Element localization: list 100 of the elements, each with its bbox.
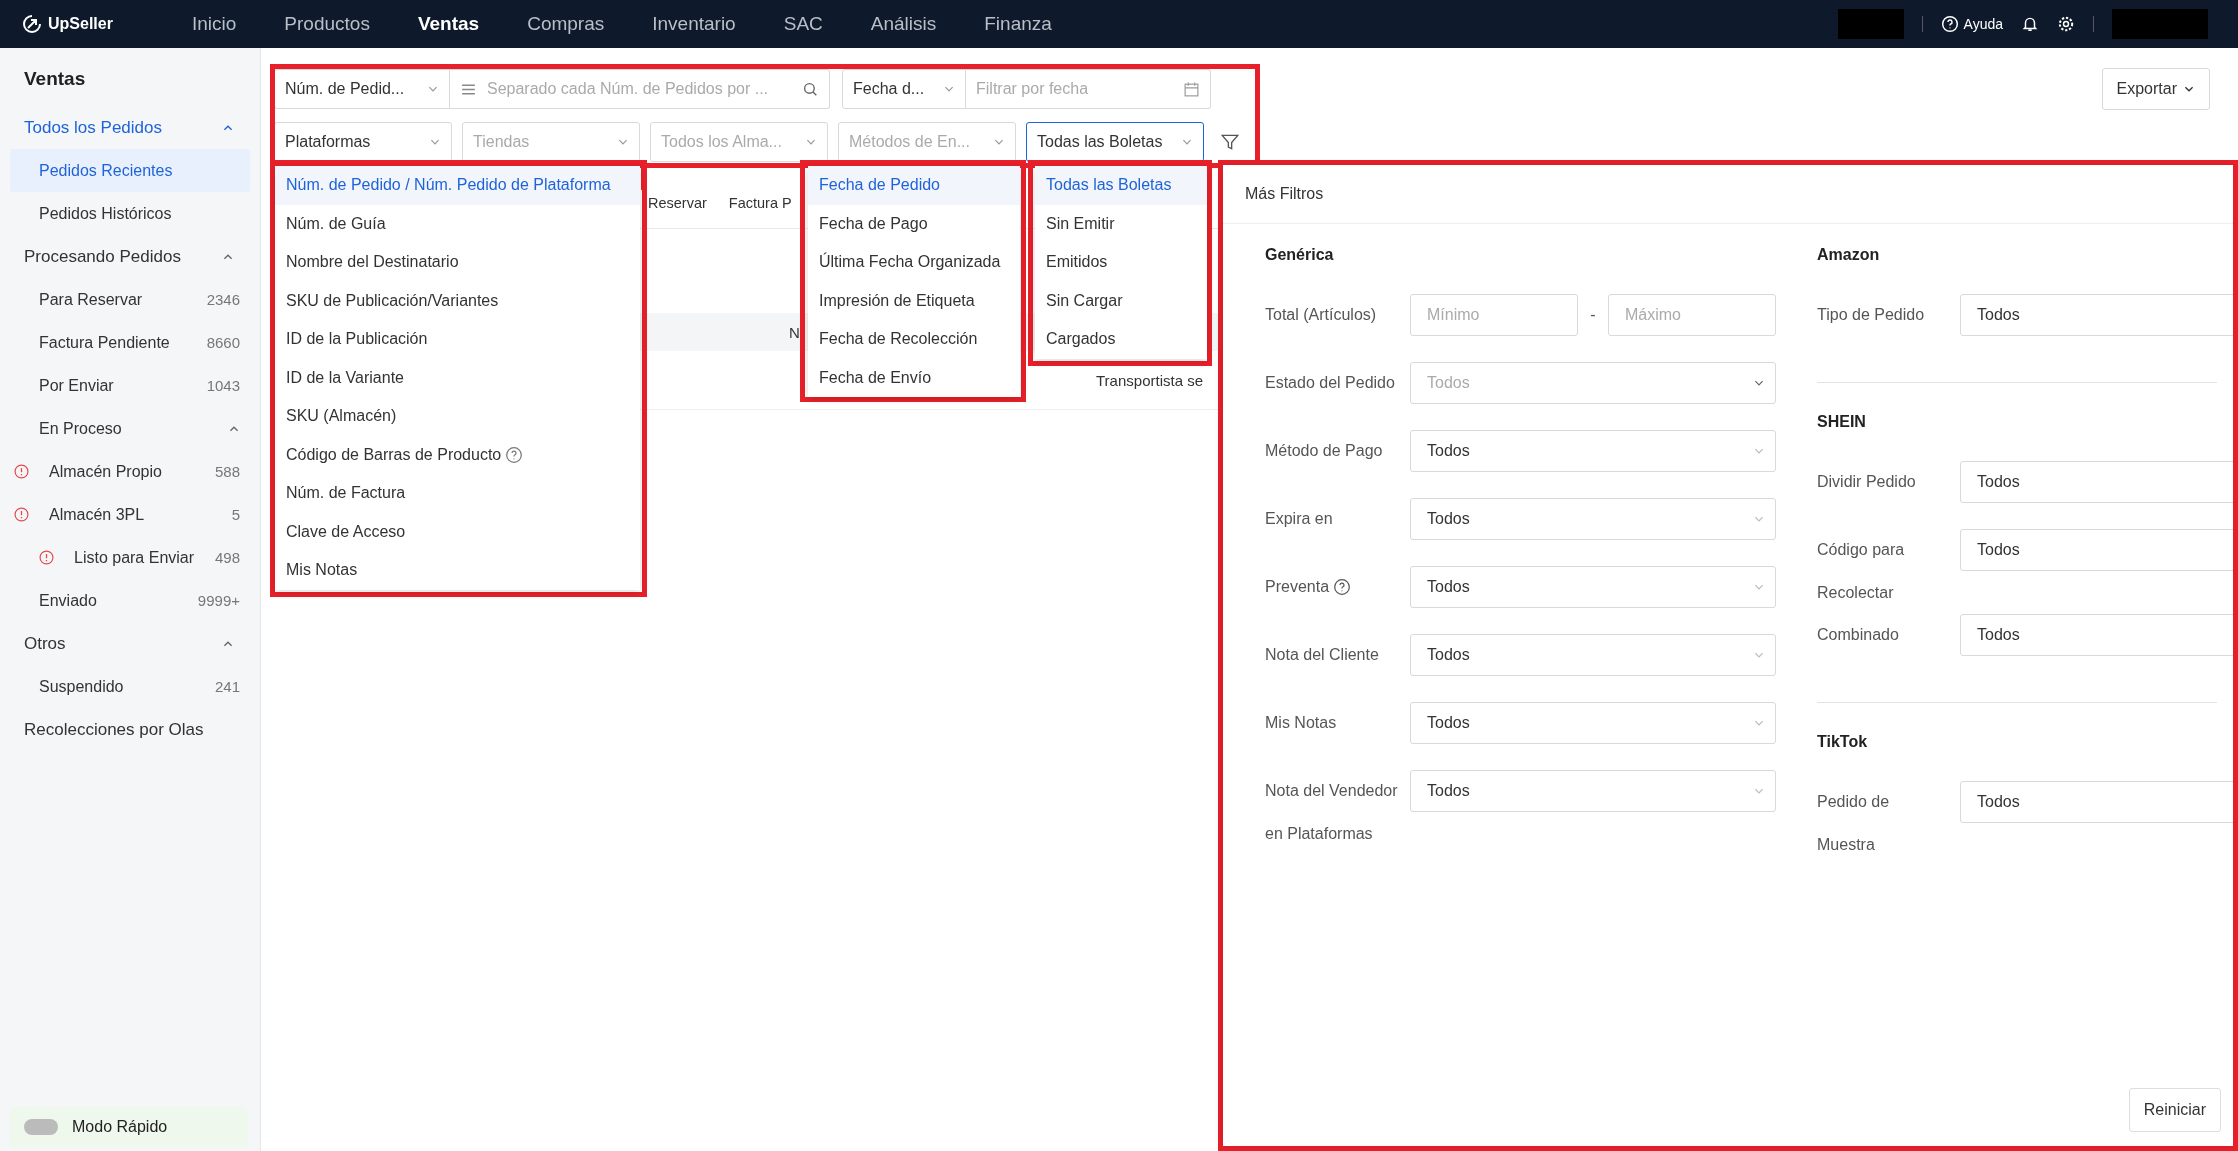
warning-icon	[39, 550, 54, 565]
section-heading: Amazon	[1817, 246, 1881, 265]
select-field[interactable]: Todos	[1960, 781, 2233, 823]
field-label: Tipo de Pedido	[1817, 305, 1925, 325]
status-tab[interactable]: Reservar	[648, 195, 707, 211]
select-field[interactable]: Todos	[1960, 461, 2233, 503]
reset-button[interactable]: Reiniciar	[2128, 1088, 2221, 1132]
menu-item[interactable]: Sin Cargar	[1035, 281, 1207, 320]
menu-item[interactable]: Todas las Boletas	[1035, 166, 1207, 205]
field-label: Total (Artículos)	[1265, 305, 1377, 325]
sidebar-title: Ventas	[23, 67, 87, 91]
menu-item[interactable]: Núm. de Guía	[275, 204, 640, 243]
menu-item[interactable]: Fecha de Recolección	[808, 320, 1020, 359]
logo[interactable]: UpSeller	[0, 14, 172, 34]
sidebar-item[interactable]: Pedidos Históricos	[10, 192, 250, 235]
column-header: N	[789, 323, 800, 341]
sidebar-item[interactable]: Almacén 3PL 5	[10, 493, 250, 536]
menu-item[interactable]: ID de la Variante	[275, 358, 640, 397]
table-cell: Transportista se	[1096, 371, 1203, 389]
select-field[interactable]: Todos	[1960, 294, 2233, 336]
panel-title: Más Filtros	[1223, 165, 2233, 224]
sidebar-group[interactable]: Recolecciones por Olas	[10, 708, 248, 751]
select-field[interactable]: Todos	[1960, 529, 2233, 571]
select-field[interactable]: Todos	[1410, 566, 1776, 608]
menu-item[interactable]: Cargados	[1035, 320, 1207, 359]
menu-item[interactable]: SKU de Publicación/Variantes	[275, 281, 640, 320]
sidebar-item[interactable]: Suspendido 241	[10, 665, 250, 708]
nav-tab[interactable]: Compras	[527, 13, 605, 35]
search-type-select[interactable]: Núm. de Pedid...	[274, 69, 450, 109]
range-separator: -	[1589, 305, 1597, 325]
field-label: Pedido de Muestra	[1817, 792, 1891, 855]
field-label: Dividir Pedido	[1817, 472, 1916, 492]
nav-tab[interactable]: SAC	[783, 13, 823, 35]
select-field[interactable]: Todos	[1410, 498, 1776, 540]
sidebar-group[interactable]: Procesando Pedidos	[10, 235, 248, 278]
help-link[interactable]: Ayuda	[1940, 15, 2003, 33]
sidebar-item[interactable]: Por Enviar 1043	[10, 364, 250, 407]
filter-select[interactable]: Todas las Boletas	[1026, 122, 1204, 162]
menu-item[interactable]: Emitidos	[1035, 243, 1207, 282]
field-label: Mis Notas	[1265, 713, 1337, 733]
nav-tab[interactable]: Ventas	[417, 13, 480, 35]
menu-item[interactable]: Impresión de Etiqueta	[808, 281, 1020, 320]
menu-item[interactable]: Código de Barras de Producto	[275, 435, 640, 474]
sidebar-item[interactable]: Factura Pendiente 8660	[10, 321, 250, 364]
field-label: Combinado	[1817, 625, 1899, 645]
filter-icon[interactable]	[1220, 132, 1240, 152]
menu-item[interactable]: Nombre del Destinatario	[275, 243, 640, 282]
date-type-select[interactable]: Fecha d...	[842, 69, 966, 109]
warning-icon	[14, 507, 29, 522]
help-icon	[1940, 15, 1959, 33]
menu-item[interactable]: Sin Emitir	[1035, 204, 1207, 243]
nav-tab[interactable]: Análisis	[870, 13, 937, 35]
menu-item[interactable]: Última Fecha Organizada	[808, 243, 1020, 282]
filter-select[interactable]: Plataformas	[274, 122, 452, 162]
select-field[interactable]: Todos	[1410, 770, 1776, 812]
menu-item[interactable]: Mis Notas	[275, 551, 640, 590]
sidebar-item[interactable]: Listo para Enviar 498	[10, 536, 250, 579]
field-label: Nota del Cliente	[1265, 645, 1379, 665]
logo-text: UpSeller	[48, 15, 113, 33]
sidebar-item[interactable]: Para Reservar 2346	[10, 278, 250, 321]
section-heading: SHEIN	[1817, 413, 1867, 432]
nav-tab[interactable]: Productos	[284, 13, 370, 35]
field-label: Nota del Vendedor en Plataformas	[1265, 781, 1399, 844]
sidebar-item[interactable]: Almacén Propio 588	[10, 450, 250, 493]
menu-item[interactable]: Fecha de Envío	[808, 358, 1020, 397]
nav-tab[interactable]: Finanza	[984, 13, 1052, 35]
toggle-switch[interactable]	[24, 1119, 58, 1135]
warning-icon	[14, 464, 29, 479]
redacted-block	[1837, 9, 1904, 39]
help-icon	[1333, 577, 1352, 596]
section-heading: TikTok	[1817, 733, 1869, 752]
menu-item[interactable]: Fecha de Pago	[808, 204, 1020, 243]
sidebar-group[interactable]: Todos los Pedidos	[10, 106, 248, 149]
export-button[interactable]: Exportar	[2101, 68, 2210, 110]
field-label: Código para Recolectar	[1817, 540, 1906, 603]
sidebar-item[interactable]: Enviado 9999+	[10, 579, 250, 622]
menu-item[interactable]: Núm. de Factura	[275, 474, 640, 513]
menu-item[interactable]: Fecha de Pedido	[808, 166, 1020, 205]
bell-icon[interactable]	[2021, 15, 2039, 33]
menu-item[interactable]: SKU (Almacén)	[275, 397, 640, 436]
nav-tab[interactable]: Inventario	[652, 13, 736, 35]
sidebar-item[interactable]: Pedidos Recientes	[10, 149, 250, 192]
field-label: Estado del Pedido	[1265, 373, 1395, 393]
select-field[interactable]: Todos	[1410, 634, 1776, 676]
menu-item[interactable]: ID de la Publicación	[275, 320, 640, 359]
sidebar-group[interactable]: En Proceso	[10, 407, 250, 450]
quick-mode-label: Modo Rápido	[72, 1118, 168, 1136]
menu-item[interactable]: Núm. de Pedido / Núm. Pedido de Plataforma	[275, 166, 640, 205]
menu-item[interactable]: Clave de Acceso	[275, 512, 640, 551]
select-field[interactable]: Todos	[1410, 430, 1776, 472]
select-field[interactable]: Todos	[1960, 614, 2233, 656]
nav-tab[interactable]: Inicio	[192, 13, 237, 35]
field-label: Expira en	[1265, 509, 1333, 529]
status-tab[interactable]: Factura P	[728, 195, 792, 211]
sidebar-group[interactable]: Otros	[10, 622, 248, 665]
settings-icon[interactable]	[2057, 15, 2075, 33]
field-label: Preventa	[1265, 577, 1330, 597]
section-heading: Genérica	[1265, 246, 1335, 265]
field-label: Método de Pago	[1265, 441, 1383, 461]
select-field[interactable]: Todos	[1410, 702, 1776, 744]
